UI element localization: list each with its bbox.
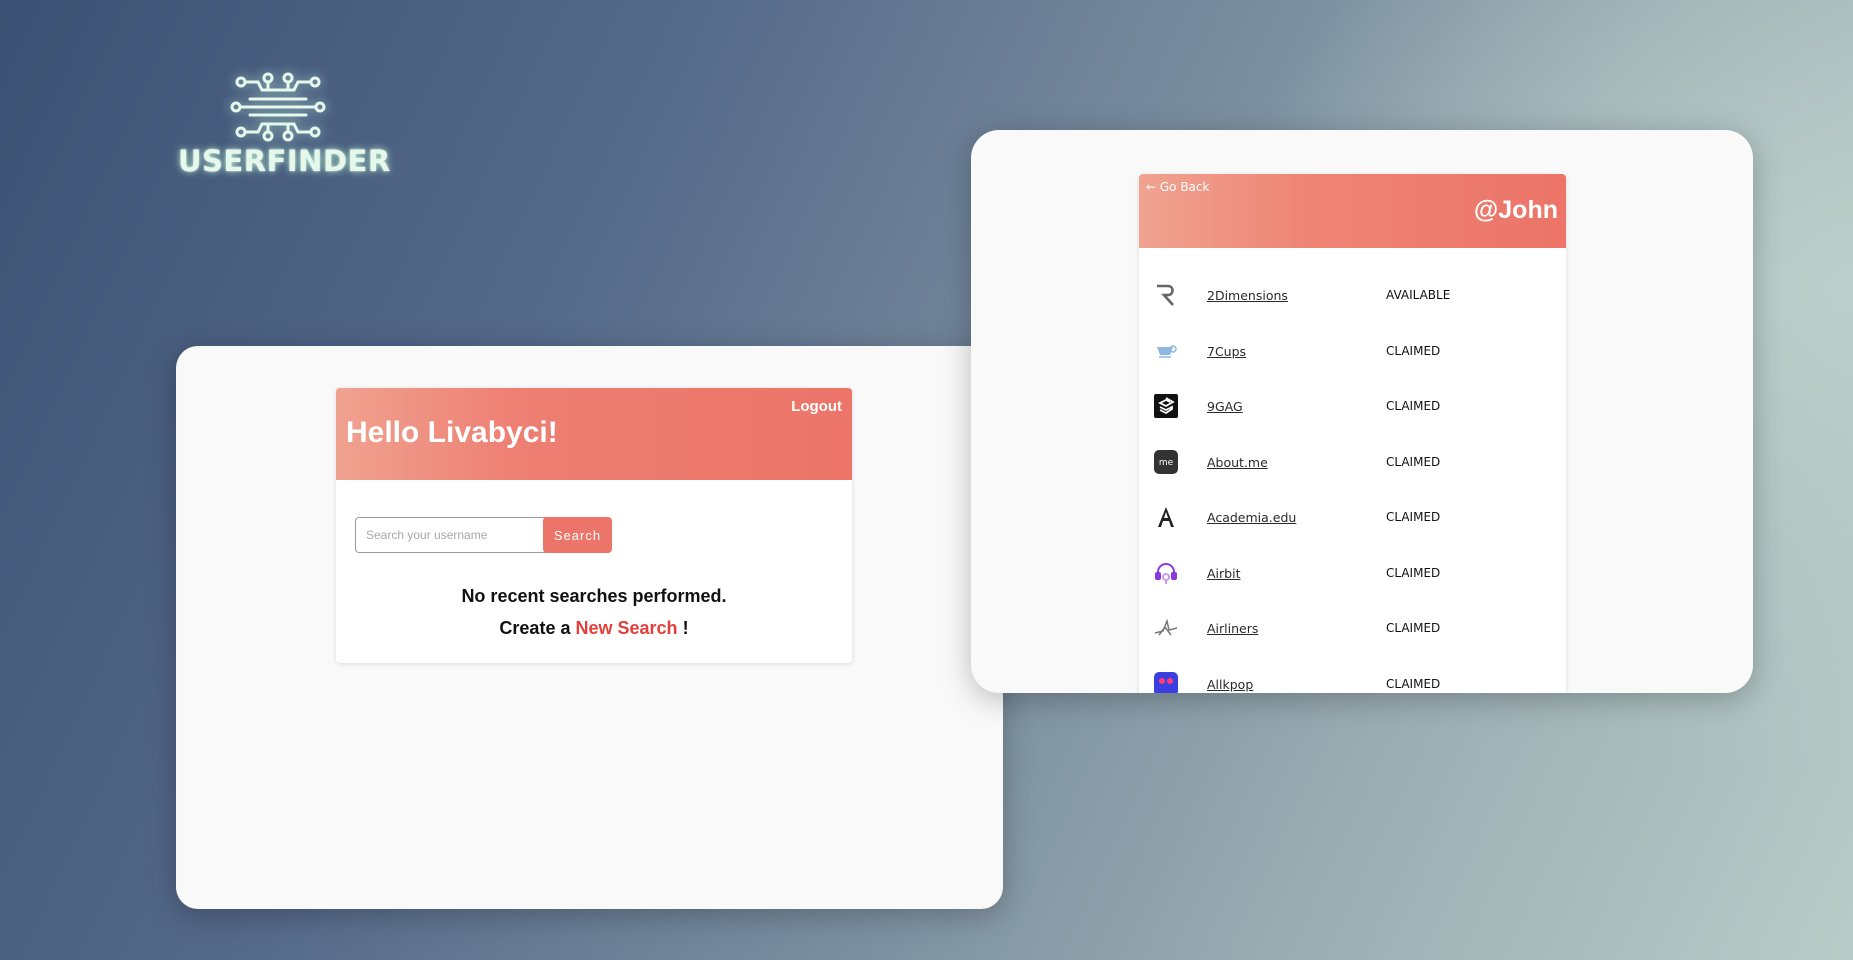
go-back-link[interactable]: ← Go Back <box>1146 180 1209 194</box>
username-title: @John <box>1473 196 1558 224</box>
list-item: Allkpop CLAIMED <box>1139 671 1566 693</box>
search-form: Search <box>355 517 612 553</box>
dashboard-window: Hello Livabyci! Logout Search No recent … <box>176 346 1003 909</box>
list-item: 9GAG CLAIMED <box>1139 393 1566 449</box>
create-suffix: ! <box>682 618 689 638</box>
dashboard-header: Hello Livabyci! Logout <box>336 388 852 480</box>
aboutme-icon: me <box>1153 449 1179 475</box>
status-label: CLAIMED <box>1386 510 1441 524</box>
results-window: ← Go Back @John 2Dimensions AVAILABLE 7C… <box>971 130 1753 693</box>
logout-link[interactable]: Logout <box>791 398 842 415</box>
status-label: CLAIMED <box>1386 565 1441 580</box>
list-item: 2Dimensions AVAILABLE <box>1139 282 1566 338</box>
svg-text:me: me <box>1159 458 1174 468</box>
search-button[interactable]: Search <box>543 517 612 553</box>
results-header: ← Go Back @John <box>1139 174 1566 248</box>
create-prefix: Create a <box>499 618 571 638</box>
site-link[interactable]: Allkpop <box>1207 677 1253 692</box>
userfinder-logo: USERFINDER <box>178 72 391 178</box>
site-link[interactable]: 7Cups <box>1207 344 1246 359</box>
status-label: CLAIMED <box>1386 621 1441 635</box>
9gag-icon <box>1153 393 1179 419</box>
site-list: 2Dimensions AVAILABLE 7Cups CLAIMED 9GAG… <box>1139 282 1566 693</box>
status-label: CLAIMED <box>1386 399 1441 413</box>
site-link[interactable]: Airbit <box>1207 566 1240 581</box>
7cups-icon <box>1153 338 1179 364</box>
logo-text: USERFINDER <box>178 144 391 178</box>
empty-message: No recent searches performed. <box>461 586 727 606</box>
dashboard-card: Hello Livabyci! Logout Search No recent … <box>336 388 852 663</box>
2dimensions-icon <box>1153 282 1179 308</box>
airbit-icon <box>1153 560 1179 586</box>
list-item: 7Cups CLAIMED <box>1139 338 1566 394</box>
academia-icon <box>1153 504 1179 530</box>
site-link[interactable]: 9GAG <box>1207 399 1243 414</box>
status-label: AVAILABLE <box>1386 288 1451 302</box>
list-item: Airliners CLAIMED <box>1139 615 1566 671</box>
status-label: CLAIMED <box>1386 343 1441 358</box>
greeting-title: Hello Livabyci! <box>346 416 558 449</box>
circuit-icon <box>230 72 326 142</box>
search-input[interactable] <box>355 517 549 553</box>
airliners-icon <box>1153 615 1179 641</box>
site-link[interactable]: About.me <box>1207 455 1268 470</box>
list-item: Academia.edu CLAIMED <box>1139 504 1566 560</box>
allkpop-icon <box>1153 671 1179 693</box>
status-label: CLAIMED <box>1386 454 1441 469</box>
new-search-link[interactable]: New Search <box>575 618 677 638</box>
list-item: me About.me CLAIMED <box>1139 449 1566 505</box>
create-search-line: Create a New Search ! <box>336 618 852 639</box>
site-link[interactable]: Airliners <box>1207 621 1258 636</box>
results-card: ← Go Back @John 2Dimensions AVAILABLE 7C… <box>1139 174 1566 693</box>
site-link[interactable]: Academia.edu <box>1207 510 1296 525</box>
list-item: Airbit CLAIMED <box>1139 560 1566 616</box>
status-label: CLAIMED <box>1386 676 1441 691</box>
site-link[interactable]: 2Dimensions <box>1207 288 1288 303</box>
